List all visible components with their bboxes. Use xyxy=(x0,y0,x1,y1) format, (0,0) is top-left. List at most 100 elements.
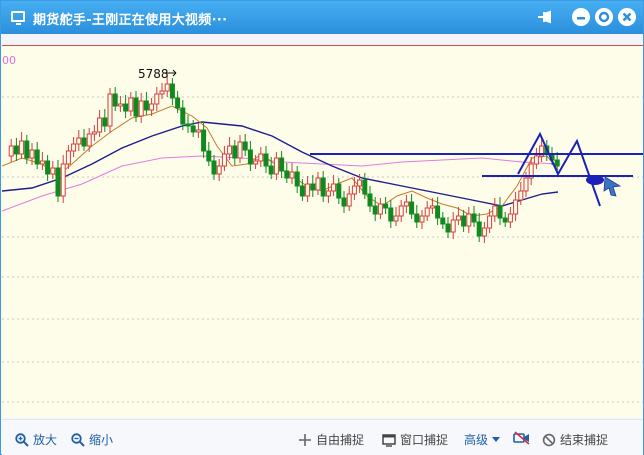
candle-body xyxy=(461,215,467,227)
candle-body xyxy=(279,157,285,172)
cursor-arrow-icon xyxy=(603,176,622,197)
chart-header-strip xyxy=(2,34,643,45)
zoom-in-button[interactable]: 放大 xyxy=(15,431,57,448)
window-capture-button[interactable]: 窗口捕捉 xyxy=(382,431,448,448)
candle-body xyxy=(247,149,253,165)
candle-body xyxy=(195,129,201,133)
candle-body xyxy=(8,145,14,157)
candle-body xyxy=(533,155,539,165)
axis-partial-label: 00 xyxy=(2,54,16,67)
candle-body xyxy=(471,213,477,223)
price-marker: 5788 xyxy=(138,67,177,81)
advanced-label: 高级 xyxy=(464,433,489,447)
window-capture-label: 窗口捕捉 xyxy=(400,433,449,447)
candle-body xyxy=(60,163,66,197)
candle-body xyxy=(227,145,233,155)
candle-body xyxy=(149,103,155,111)
candle-body xyxy=(393,215,399,222)
candle-body xyxy=(315,177,321,191)
settings-circle-button[interactable] xyxy=(595,8,613,26)
candle-body xyxy=(81,137,87,147)
zoom-out-button[interactable]: 缩小 xyxy=(71,431,113,448)
candle-body xyxy=(117,103,123,107)
price-label: 5788 xyxy=(138,67,169,81)
candle-body xyxy=(450,219,456,233)
candle-body xyxy=(71,143,77,152)
candle-body xyxy=(554,159,560,167)
candle-body xyxy=(320,177,326,197)
window-icon xyxy=(382,433,396,447)
candle-body xyxy=(86,133,92,147)
candle-body xyxy=(253,160,259,165)
candle-body xyxy=(476,221,482,237)
candle-body xyxy=(377,203,383,215)
candle-body xyxy=(164,83,170,92)
candle-body xyxy=(435,205,441,219)
candlesticks xyxy=(8,75,560,243)
candle-body xyxy=(523,177,529,192)
candle-body xyxy=(201,129,207,152)
zoom-in-icon xyxy=(15,432,29,447)
candle-body xyxy=(362,179,368,195)
close-button[interactable] xyxy=(618,8,636,26)
candle-body xyxy=(305,183,311,197)
window-title: 期货舵手-王刚正在使用大视频··· xyxy=(33,13,228,28)
candle-body xyxy=(143,100,149,111)
crosshair-icon xyxy=(299,433,311,446)
free-capture-button[interactable]: 自由捕捉 xyxy=(298,431,364,448)
candle-body xyxy=(419,215,425,223)
candle-body xyxy=(237,141,243,159)
pin-icon[interactable] xyxy=(536,9,554,25)
candle-body xyxy=(481,227,487,237)
candle-body xyxy=(206,150,212,162)
candle-body xyxy=(50,167,56,175)
candle-body xyxy=(273,157,279,175)
candle-body xyxy=(102,117,108,127)
minimize-button[interactable] xyxy=(572,8,590,26)
bottom-toolbar: 放大 缩小 自由捕捉 窗口捕捉 高级 结束捕捉 xyxy=(2,419,643,455)
candle-body xyxy=(232,145,238,159)
candle-body xyxy=(169,83,175,99)
candle-body xyxy=(65,150,71,165)
candle-body xyxy=(497,205,503,219)
candle-body xyxy=(367,193,373,207)
candle-body xyxy=(97,117,103,133)
chart-canvas: 00 5788 xyxy=(2,54,643,403)
candle-body xyxy=(258,153,264,162)
candle-body xyxy=(336,183,342,199)
candle-body xyxy=(133,97,139,117)
candle-body xyxy=(242,141,248,151)
candle-body xyxy=(128,97,134,112)
advanced-dropdown[interactable]: 高级 xyxy=(464,431,501,448)
candle-body xyxy=(284,170,290,179)
candle-body xyxy=(190,125,196,133)
candle-body xyxy=(39,160,45,165)
candle-body xyxy=(440,217,446,225)
candle-body xyxy=(19,140,25,155)
candle-body xyxy=(211,160,217,175)
candle-body xyxy=(159,90,165,95)
candle-body xyxy=(107,93,113,127)
end-capture-button[interactable]: 结束捕捉 xyxy=(542,431,608,448)
zoom-in-label: 放大 xyxy=(33,433,58,447)
camera-button[interactable] xyxy=(513,431,531,445)
candle-body xyxy=(492,205,498,217)
candle-body xyxy=(388,207,394,222)
candle-body xyxy=(34,149,40,165)
zoom-out-icon xyxy=(71,432,85,447)
candle-body xyxy=(268,165,274,175)
candle-body xyxy=(91,131,97,135)
candle-body xyxy=(502,217,508,223)
title-bar[interactable]: 期货舵手-王刚正在使用大视频··· xyxy=(1,1,643,34)
end-capture-label: 结束捕捉 xyxy=(560,433,609,447)
candle-body xyxy=(331,183,337,192)
candle-body xyxy=(310,183,316,191)
candle-body xyxy=(357,179,363,187)
candle-body xyxy=(29,149,35,159)
candle-body xyxy=(185,123,191,127)
capture-window: 期货舵手-王刚正在使用大视频··· 00 5788 放大 缩小 自由捕捉 窗口捕… xyxy=(0,0,644,455)
candle-body xyxy=(138,100,144,117)
trend-annotations xyxy=(310,131,643,207)
candle-body xyxy=(414,213,420,223)
candle-body xyxy=(429,205,435,209)
